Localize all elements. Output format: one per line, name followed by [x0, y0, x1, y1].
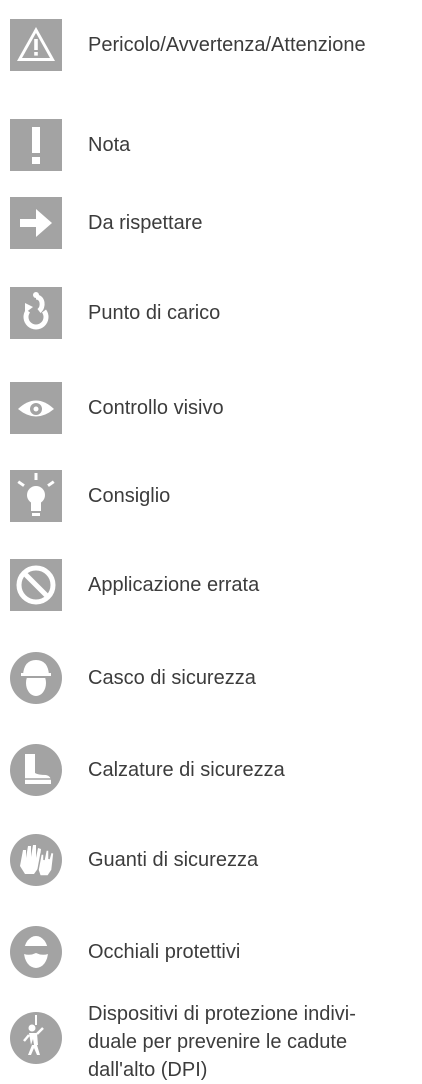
legend-item-helmet: Casco di sicurezza — [8, 650, 418, 706]
legend-item-tip: Consiglio — [8, 468, 418, 524]
legend-label-visual-check: Controllo visivo — [88, 397, 224, 419]
legend-label-fall-protection-line: dall'alto (DPI) — [88, 1059, 208, 1081]
legend-label-boots: Calzature di sicurezza — [88, 759, 285, 781]
legend-label-observe: Da rispettare — [88, 212, 203, 234]
goggles-icon — [8, 924, 66, 980]
legend-label-fall-protection-line: Dispositivi di protezione indivi- — [88, 1003, 356, 1025]
legend-label-wrong-use: Applicazione errata — [88, 574, 260, 596]
gloves-icon — [8, 832, 66, 888]
lightbulb-icon — [8, 468, 66, 524]
symbol-legend: Pericolo/Avvertenza/Attenzione Nota Da r… — [0, 0, 422, 1082]
legend-label-goggles: Occhiali protettivi — [88, 941, 241, 963]
legend-item-visual-check: Controllo visivo — [8, 380, 418, 436]
legend-label-helmet: Casco di sicurezza — [88, 667, 256, 689]
eye-icon — [8, 380, 66, 436]
lifting-hook-icon — [8, 285, 66, 341]
legend-item-wrong-use: Applicazione errata — [8, 557, 418, 613]
legend-label-gloves: Guanti di sicurezza — [88, 849, 259, 871]
legend-item-fall-protection: Dispositivi di protezione indivi- duale … — [8, 1003, 418, 1081]
legend-label-danger: Pericolo/Avvertenza/Attenzione — [88, 34, 366, 56]
hard-hat-icon — [8, 650, 66, 706]
legend-label-tip: Consiglio — [88, 485, 171, 507]
legend-label-fall-protection: Dispositivi di protezione indivi- duale … — [88, 1000, 398, 1084]
safety-boot-icon — [8, 742, 66, 798]
warning-triangle-icon — [8, 17, 66, 73]
legend-item-gloves: Guanti di sicurezza — [8, 832, 418, 888]
legend-item-danger: Pericolo/Avvertenza/Attenzione — [8, 17, 418, 73]
legend-label-fall-protection-line: duale per prevenire le cadute — [88, 1031, 348, 1053]
legend-item-goggles: Occhiali protettivi — [8, 924, 418, 980]
legend-item-note: Nota — [8, 117, 418, 173]
fall-protection-harness-icon — [8, 1010, 66, 1066]
legend-label-load-point: Punto di carico — [88, 302, 221, 324]
legend-item-observe: Da rispettare — [8, 195, 418, 251]
exclamation-icon — [8, 117, 66, 173]
legend-item-load-point: Punto di carico — [8, 285, 418, 341]
prohibited-icon — [8, 557, 66, 613]
legend-label-note: Nota — [88, 134, 131, 156]
arrow-right-icon — [8, 195, 66, 251]
legend-item-boots: Calzature di sicurezza — [8, 742, 418, 798]
